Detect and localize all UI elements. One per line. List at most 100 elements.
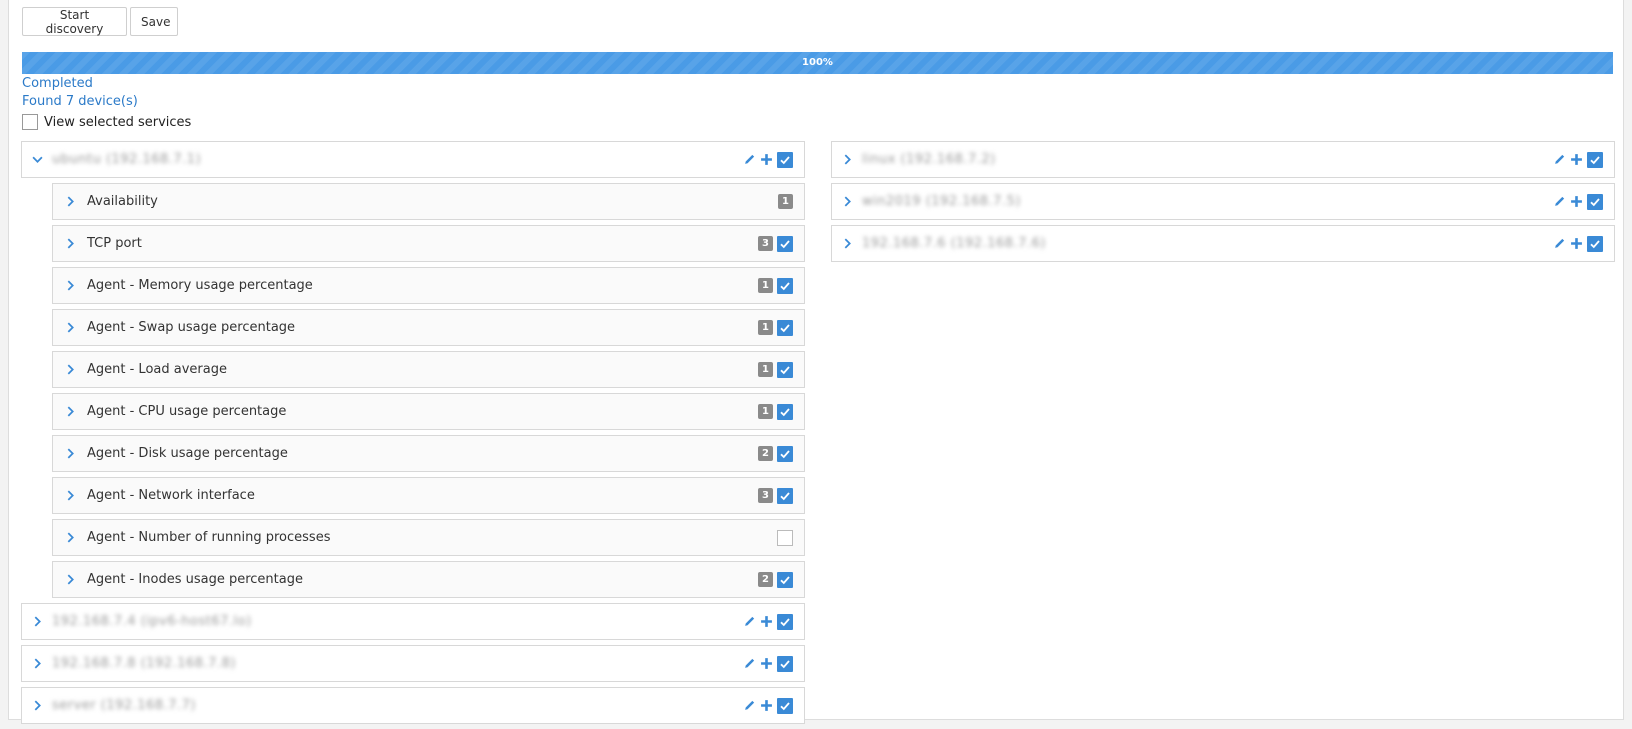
checked-checkbox[interactable] (777, 487, 793, 504)
device-row[interactable]: linux (192.168.7.2) (831, 141, 1615, 178)
count-badge: 1 (758, 362, 773, 377)
service-actions: 1 (758, 268, 793, 303)
service-actions (777, 520, 793, 555)
save-button[interactable]: Save (130, 7, 178, 36)
device-name: ubuntu (192.168.7.1) (52, 152, 202, 167)
service-name: Agent - Disk usage percentage (87, 446, 288, 461)
checked-checkbox[interactable] (777, 613, 793, 630)
chevron-right-icon[interactable] (53, 490, 87, 501)
device-actions (743, 646, 793, 681)
plus-icon[interactable] (760, 699, 773, 712)
device-row[interactable]: 192.168.7.4 (ipv6-host67.lo) (21, 603, 805, 640)
checked-checkbox[interactable] (777, 571, 793, 588)
plus-icon[interactable] (760, 615, 773, 628)
service-row[interactable]: Agent - Number of running processes (52, 519, 805, 556)
chevron-right-icon[interactable] (53, 280, 87, 291)
device-actions (1553, 142, 1603, 177)
chevron-right-icon[interactable] (53, 238, 87, 249)
checked-checkbox[interactable] (777, 445, 793, 462)
service-name: Agent - Swap usage percentage (87, 320, 296, 335)
service-name: Availability (87, 194, 158, 209)
toolbar: Start discovery Save (22, 7, 178, 36)
device-actions (1553, 226, 1603, 261)
discovery-panel: Start discovery Save 100% Completed Foun… (8, 0, 1624, 724)
unchecked-checkbox[interactable] (777, 529, 793, 546)
count-badge: 1 (758, 404, 773, 419)
pencil-icon[interactable] (743, 657, 756, 670)
device-name: 192.168.7.4 (ipv6-host67.lo) (52, 614, 252, 629)
checked-checkbox[interactable] (1587, 193, 1603, 210)
service-name: Agent - Inodes usage percentage (87, 572, 303, 587)
count-badge: 3 (758, 488, 773, 503)
plus-icon[interactable] (760, 657, 773, 670)
chevron-right-icon[interactable] (53, 448, 87, 459)
pencil-icon[interactable] (743, 699, 756, 712)
checked-checkbox[interactable] (1587, 235, 1603, 252)
service-row[interactable]: Agent - Disk usage percentage 2 (52, 435, 805, 472)
checked-checkbox[interactable] (777, 655, 793, 672)
chevron-right-icon[interactable] (53, 364, 87, 375)
view-selected-services-toggle[interactable]: View selected services (22, 114, 191, 130)
chevron-down-icon[interactable] (22, 154, 52, 165)
checked-checkbox[interactable] (777, 403, 793, 420)
service-name: Agent - Memory usage percentage (87, 278, 313, 293)
service-actions: 2 (758, 436, 793, 471)
view-selected-checkbox[interactable] (22, 114, 38, 130)
start-discovery-button[interactable]: Start discovery (22, 7, 127, 36)
device-name: win2019 (192.168.7.5) (862, 194, 1021, 209)
device-row[interactable]: ubuntu (192.168.7.1) (21, 141, 805, 178)
service-row[interactable]: Agent - Memory usage percentage 1 (52, 267, 805, 304)
device-row[interactable]: 192.168.7.6 (192.168.7.6) (831, 225, 1615, 262)
service-row[interactable]: Agent - CPU usage percentage 1 (52, 393, 805, 430)
plus-icon[interactable] (1570, 153, 1583, 166)
chevron-right-icon[interactable] (832, 196, 862, 207)
count-badge: 2 (758, 446, 773, 461)
checked-checkbox[interactable] (777, 235, 793, 252)
count-badge: 2 (758, 572, 773, 587)
chevron-right-icon[interactable] (22, 616, 52, 627)
service-row[interactable]: Agent - Network interface 3 (52, 477, 805, 514)
pencil-icon[interactable] (743, 615, 756, 628)
chevron-right-icon[interactable] (53, 574, 87, 585)
pencil-icon[interactable] (1553, 153, 1566, 166)
device-actions (743, 688, 793, 723)
checked-checkbox[interactable] (777, 697, 793, 714)
service-row[interactable]: Availability 1 (52, 183, 805, 220)
chevron-right-icon[interactable] (53, 532, 87, 543)
chevron-right-icon[interactable] (53, 196, 87, 207)
service-row[interactable]: Agent - Load average 1 (52, 351, 805, 388)
service-actions: 1 (758, 352, 793, 387)
plus-icon[interactable] (1570, 195, 1583, 208)
chevron-right-icon[interactable] (22, 658, 52, 669)
checked-checkbox[interactable] (777, 151, 793, 168)
service-row[interactable]: Agent - Inodes usage percentage 2 (52, 561, 805, 598)
pencil-icon[interactable] (743, 153, 756, 166)
discovery-progress-bar: 100% (22, 52, 1613, 74)
count-badge: 1 (778, 194, 793, 209)
checked-checkbox[interactable] (777, 277, 793, 294)
service-actions: 1 (778, 184, 793, 219)
chevron-right-icon[interactable] (832, 238, 862, 249)
pencil-icon[interactable] (1553, 237, 1566, 250)
service-row[interactable]: Agent - Swap usage percentage 1 (52, 309, 805, 346)
chevron-right-icon[interactable] (832, 154, 862, 165)
service-name: TCP port (87, 236, 142, 251)
checked-checkbox[interactable] (777, 361, 793, 378)
pencil-icon[interactable] (1553, 195, 1566, 208)
service-name: Agent - Number of running processes (87, 530, 331, 545)
chevron-right-icon[interactable] (53, 406, 87, 417)
plus-icon[interactable] (760, 153, 773, 166)
plus-icon[interactable] (1570, 237, 1583, 250)
device-actions (1553, 184, 1603, 219)
device-row[interactable]: server (192.168.7.7) (21, 687, 805, 724)
checked-checkbox[interactable] (1587, 151, 1603, 168)
device-actions (743, 142, 793, 177)
chevron-right-icon[interactable] (53, 322, 87, 333)
device-name: 192.168.7.8 (192.168.7.8) (52, 656, 236, 671)
chevron-right-icon[interactable] (22, 700, 52, 711)
device-row[interactable]: 192.168.7.8 (192.168.7.8) (21, 645, 805, 682)
service-actions: 2 (758, 562, 793, 597)
service-row[interactable]: TCP port 3 (52, 225, 805, 262)
device-row[interactable]: win2019 (192.168.7.5) (831, 183, 1615, 220)
checked-checkbox[interactable] (777, 319, 793, 336)
